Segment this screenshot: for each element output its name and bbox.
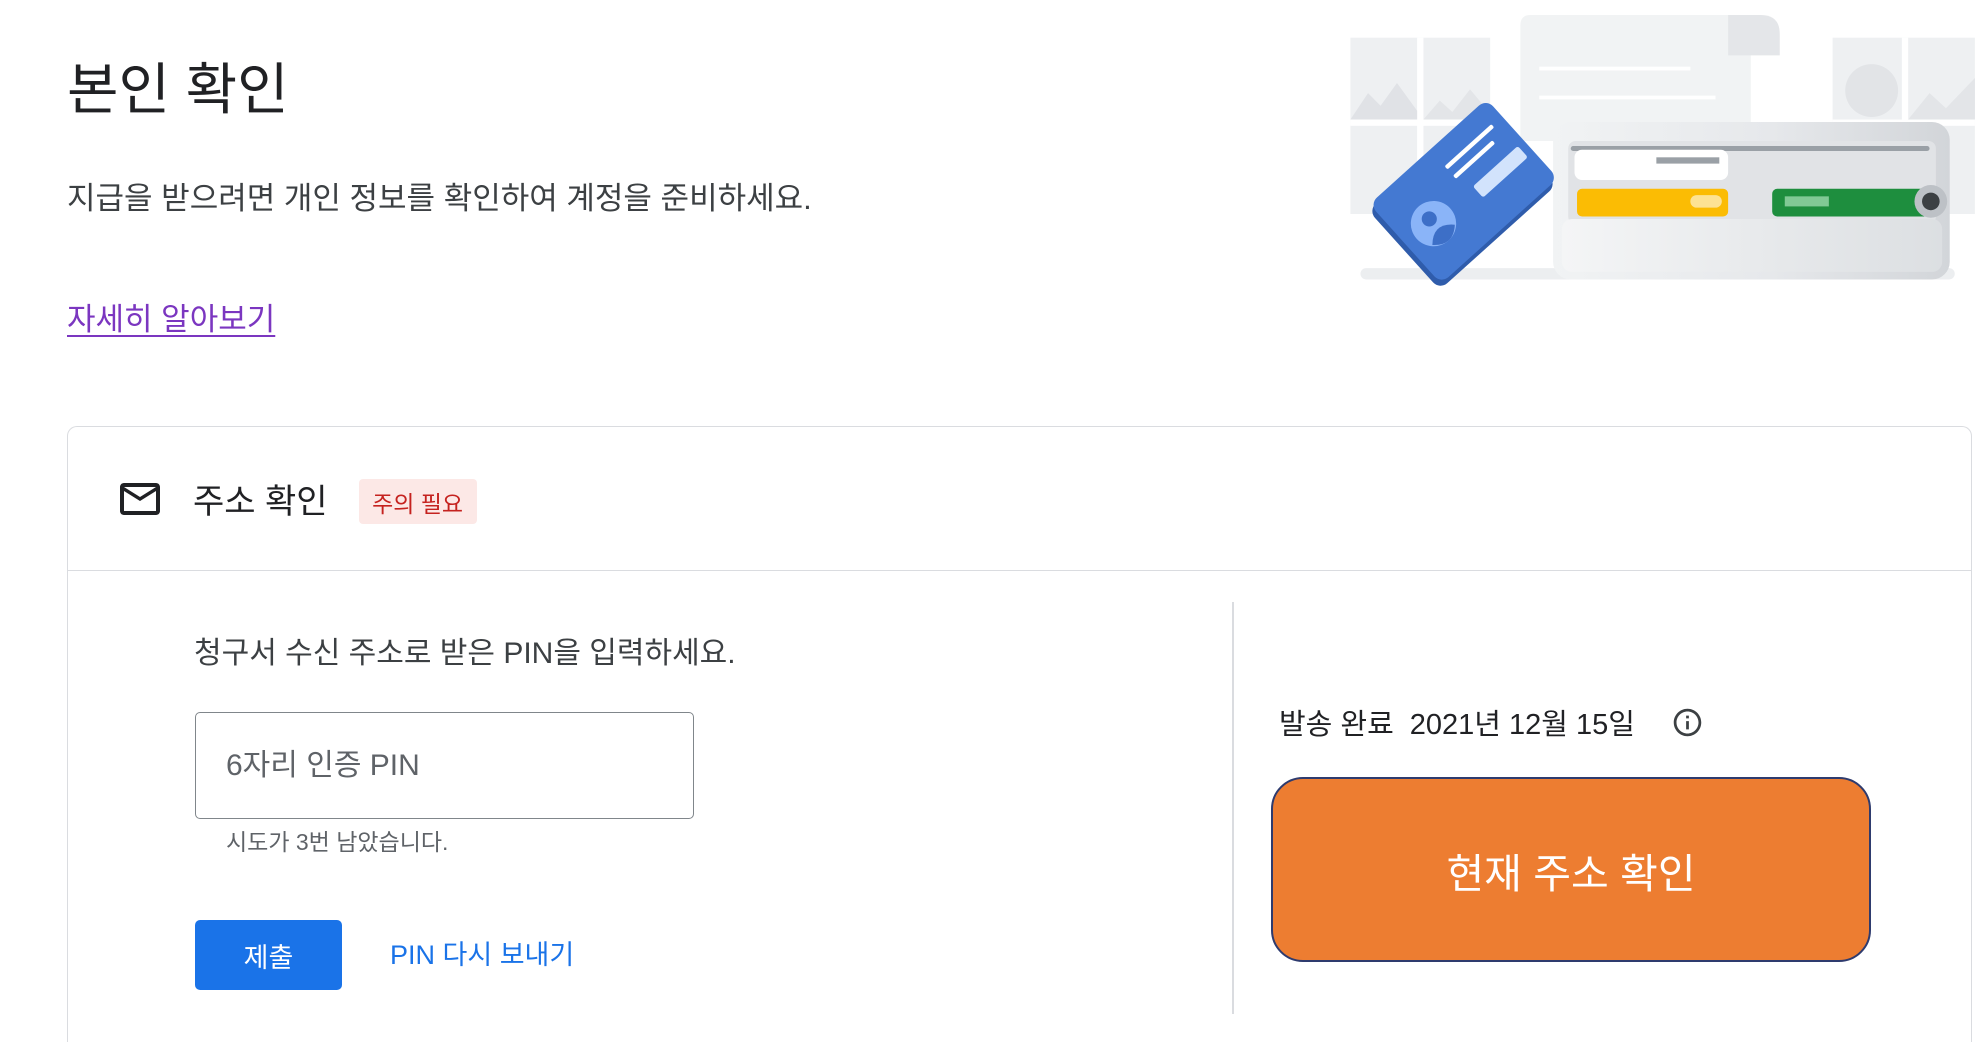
receipt-line (1539, 95, 1716, 100)
address-verification-card: 주소 확인 주의 필요 청구서 수신 주소로 받은 PIN을 입력하세요. 시도… (67, 426, 1972, 1042)
green-card-stripe (1784, 196, 1829, 207)
pin-instruction: 청구서 수신 주소로 받은 PIN을 입력하세요. (194, 637, 736, 670)
white-card (1574, 149, 1729, 180)
page-title: 본인 확인 (67, 58, 289, 121)
info-icon[interactable] (1671, 706, 1704, 739)
status-badge: 주의 필요 (358, 479, 477, 524)
card-title: 주소 확인 (193, 483, 328, 521)
receipt-curl (1728, 15, 1780, 56)
learn-more-link[interactable]: 자세히 알아보기 (67, 300, 275, 340)
info-icon-path (1673, 708, 1702, 736)
sent-status: 발송 완료 2021년 12월 15일 (1279, 701, 1704, 743)
attempts-remaining-text: 시도가 3번 남았습니다. (226, 829, 449, 855)
wallet-front-pocket (1561, 219, 1943, 272)
submit-button[interactable]: 제출 (195, 920, 342, 990)
white-card-stripe (1656, 157, 1720, 164)
sent-date: 2021년 12월 15일 (1409, 709, 1635, 741)
wallet-clasp-button (1922, 192, 1940, 211)
sun-shape (1845, 64, 1899, 118)
card-header: 주소 확인 주의 필요 (68, 427, 1971, 571)
resend-pin-link[interactable]: PIN 다시 보내기 (390, 935, 574, 975)
wallet (1553, 122, 1950, 280)
page-description: 지급을 받으려면 개인 정보를 확인하여 계정을 준비하세요. (67, 181, 812, 216)
mail-icon (116, 475, 164, 523)
pin-input[interactable] (195, 712, 694, 819)
info-icon-glyph (1673, 708, 1702, 736)
vertical-divider (1232, 602, 1234, 1014)
mail-icon-glyph (120, 482, 160, 515)
sent-label: 발송 완료 (1279, 709, 1394, 741)
yellow-card-highlight (1690, 195, 1722, 208)
receipt-line (1539, 66, 1691, 71)
confirm-current-address-button[interactable]: 현재 주소 확인 (1271, 777, 1871, 962)
mail-icon-path (120, 482, 160, 515)
wallet-illustration (1350, 15, 1975, 286)
